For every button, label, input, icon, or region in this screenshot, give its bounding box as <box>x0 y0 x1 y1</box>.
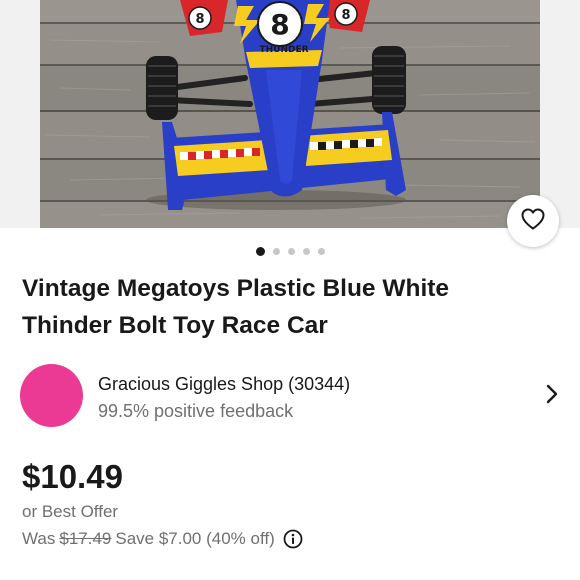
pagination-dot[interactable] <box>317 248 325 255</box>
svg-text:8: 8 <box>195 12 204 27</box>
seller-avatar[interactable] <box>20 364 83 427</box>
original-price-row: Was $17.49 Save $7.00 (40% off) <box>22 529 303 549</box>
pagination-dot-active[interactable] <box>255 247 265 256</box>
car-number-decal: 8 <box>270 8 289 41</box>
image-pagination-dots[interactable] <box>0 247 580 256</box>
pagination-dot[interactable] <box>287 248 295 255</box>
item-price: $10.49 <box>22 458 123 495</box>
svg-text:8: 8 <box>341 8 350 23</box>
listing-title-line-2: Thinder Bolt Toy Race Car <box>22 312 328 339</box>
chevron-right-icon[interactable] <box>545 382 559 411</box>
pagination-dot[interactable] <box>272 248 280 255</box>
seller-info-row[interactable]: Gracious Giggles Shop (30344) 99.5% posi… <box>20 362 565 428</box>
best-offer-label: or Best Offer <box>22 502 119 521</box>
product-image-gallery[interactable]: 8 8 8 THUNDER <box>0 0 580 247</box>
heart-icon <box>520 207 546 236</box>
seller-feedback: 99.5% positive feedback <box>98 401 294 421</box>
product-image[interactable]: 8 8 8 THUNDER <box>40 0 540 228</box>
listing-title-line-1: Vintage Megatoys Plastic Blue White <box>22 275 450 302</box>
savings-text: Save $7.00 (40% off) <box>115 529 275 548</box>
watchlist-button[interactable] <box>507 195 559 247</box>
pagination-dot[interactable] <box>302 248 310 255</box>
seller-name: Gracious Giggles Shop (30344) <box>98 374 351 394</box>
original-price: $17.49 <box>59 529 112 548</box>
was-label: Was <box>22 529 56 548</box>
car-name-decal: THUNDER <box>259 45 308 55</box>
listing-title: Vintage Megatoys Plastic Blue White Thin… <box>22 270 542 344</box>
info-icon[interactable] <box>283 529 303 549</box>
